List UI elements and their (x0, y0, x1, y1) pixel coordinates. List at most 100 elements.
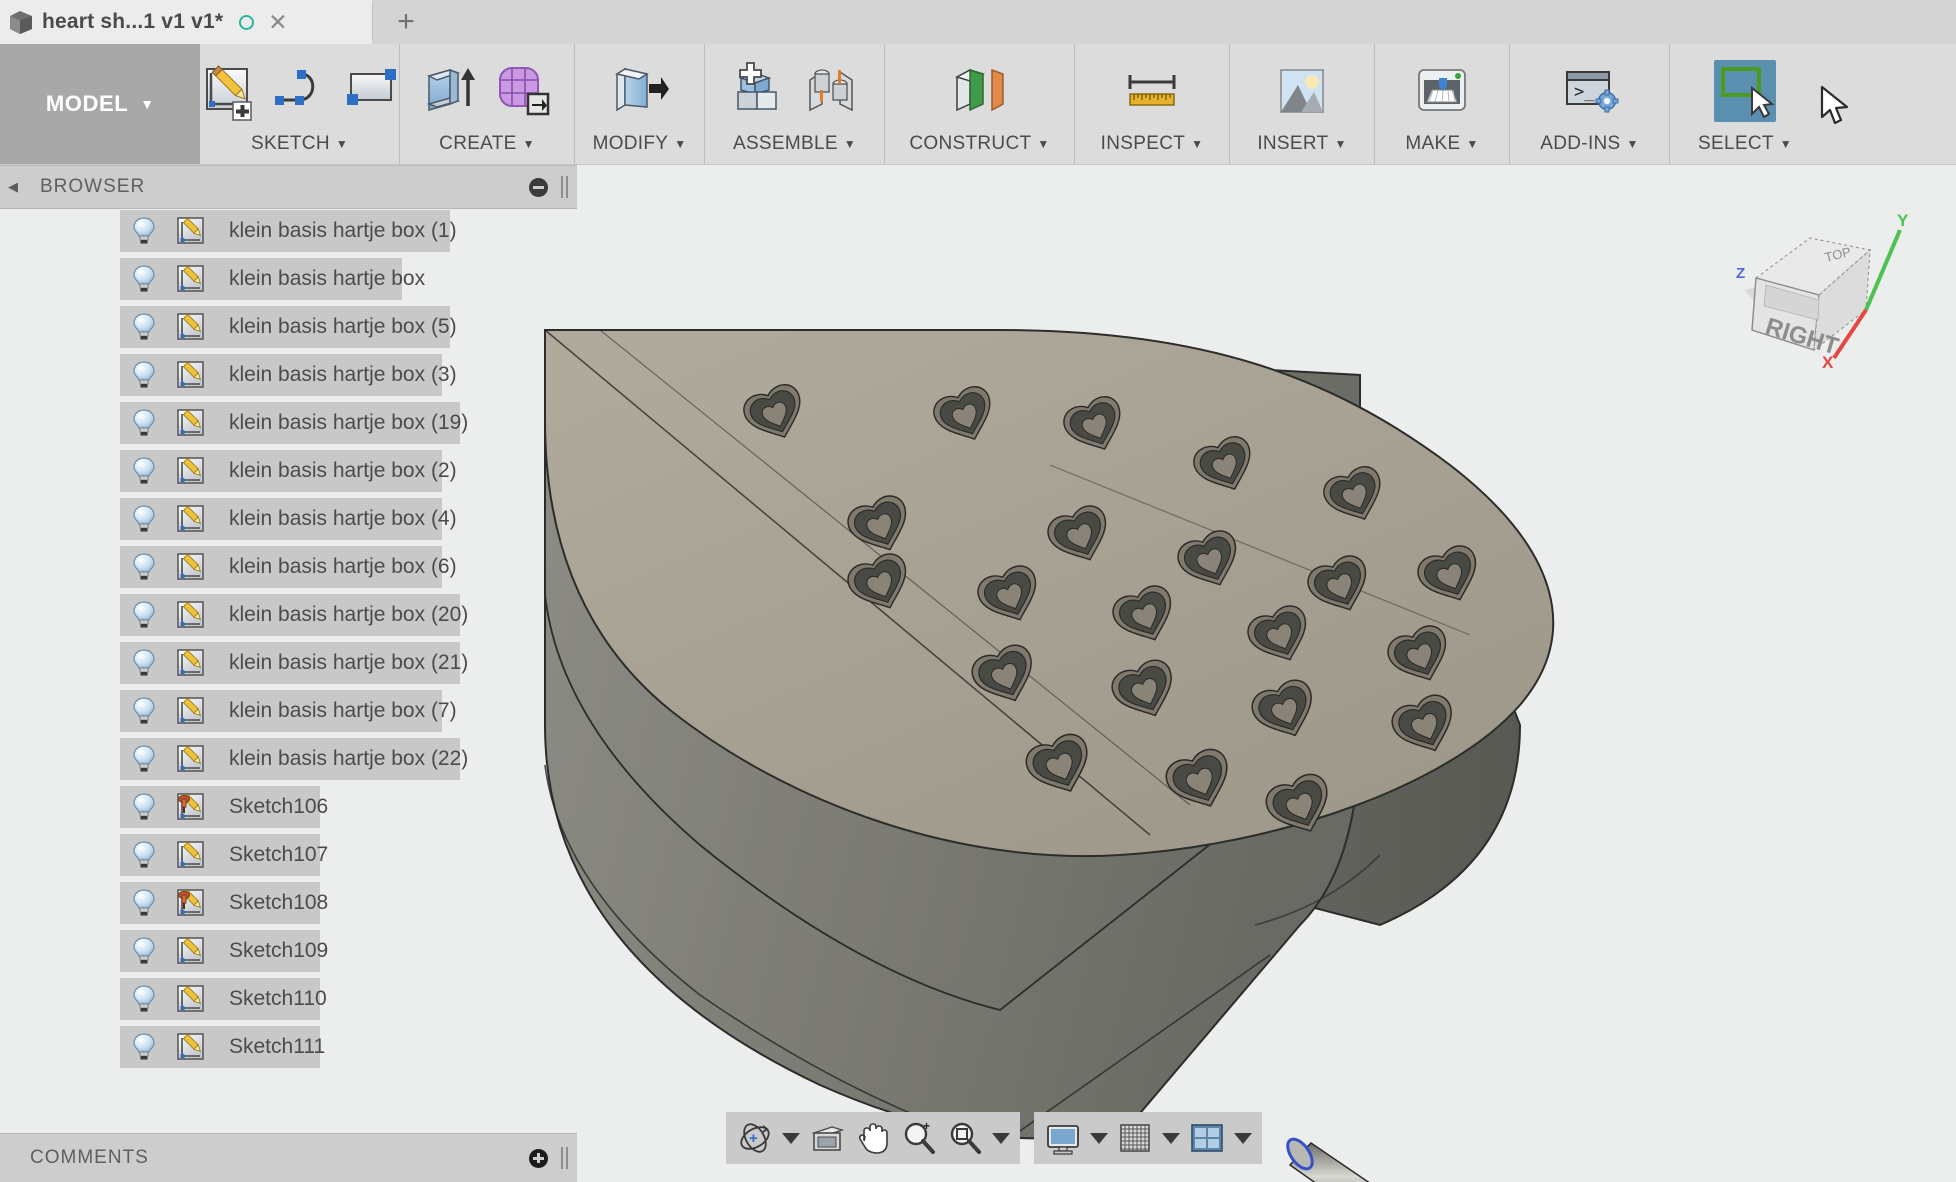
sketch-icon[interactable] (175, 359, 207, 391)
offset-plane-icon[interactable] (949, 60, 1011, 122)
lightbulb-visibility-icon[interactable] (131, 696, 157, 726)
sketch-icon[interactable] (175, 455, 207, 487)
lightbulb-visibility-icon[interactable] (131, 840, 157, 870)
lightbulb-visibility-icon[interactable] (131, 984, 157, 1014)
chevron-down-icon[interactable] (1090, 1132, 1108, 1144)
panel-label-modify[interactable]: MODIFY ▼ (593, 133, 687, 161)
sketch-icon[interactable] (175, 551, 207, 583)
panel-label-insert[interactable]: INSERT ▼ (1257, 133, 1346, 161)
rectangle-icon[interactable] (341, 60, 403, 122)
viewports-icon[interactable] (1188, 1119, 1226, 1157)
spline-icon[interactable] (269, 60, 331, 122)
display-settings-icon[interactable] (1044, 1119, 1082, 1157)
press-pull-icon[interactable] (609, 60, 671, 122)
browser-tree-row[interactable]: Sketch110 (0, 975, 577, 1023)
document-tab[interactable]: heart sh...1 v1 v1* ✕ (0, 0, 372, 44)
lightbulb-visibility-icon[interactable] (131, 552, 157, 582)
browser-tree-row[interactable]: klein basis hartje box (21) (0, 639, 577, 687)
new-component-icon[interactable] (728, 60, 790, 122)
panel-label-construct[interactable]: CONSTRUCT ▼ (909, 133, 1049, 161)
browser-tree-row[interactable]: Sketch109 (0, 927, 577, 975)
3d-print-icon[interactable] (1411, 60, 1473, 122)
insert-image-icon[interactable] (1271, 60, 1333, 122)
panel-label-make[interactable]: MAKE ▼ (1405, 133, 1478, 161)
browser-tree-row[interactable]: Sketch108 (0, 879, 577, 927)
panel-label-addins[interactable]: ADD-INS ▼ (1540, 133, 1638, 161)
3d-viewport[interactable]: TOP RIGHT Y X Z ◀ BROWSER klein basis ha… (0, 165, 1956, 1182)
measure-icon[interactable] (1121, 60, 1183, 122)
new-tab-plus-icon[interactable]: + (374, 0, 438, 44)
sketch-icon[interactable] (175, 839, 207, 871)
lightbulb-visibility-icon[interactable] (131, 792, 157, 822)
browser-tree-row[interactable]: klein basis hartje box (2) (0, 447, 577, 495)
panel-label-create[interactable]: CREATE ▼ (439, 133, 535, 161)
sketch-icon[interactable] (175, 743, 207, 775)
extrude-icon[interactable] (420, 60, 482, 122)
sketch-icon[interactable] (175, 1031, 207, 1063)
browser-tree-row[interactable]: klein basis hartje box (4) (0, 495, 577, 543)
lightbulb-visibility-icon[interactable] (131, 360, 157, 390)
browser-tree-row[interactable]: klein basis hartje box (20) (0, 591, 577, 639)
sketch-icon[interactable] (175, 263, 207, 295)
browser-tree-row[interactable]: klein basis hartje box (3) (0, 351, 577, 399)
sketch-icon[interactable] (175, 935, 207, 967)
resize-grip-icon[interactable] (560, 176, 569, 198)
panel-label-sketch[interactable]: SKETCH ▼ (251, 133, 348, 161)
pan-hand-icon[interactable] (854, 1119, 892, 1157)
workspace-switcher-button[interactable]: MODEL ▼ (0, 44, 200, 164)
create-form-icon[interactable] (492, 60, 554, 122)
browser-tree-row[interactable]: klein basis hartje box (0, 255, 577, 303)
comments-panel[interactable]: COMMENTS (0, 1133, 577, 1182)
minus-badge-icon[interactable] (529, 177, 548, 197)
sketch-icon[interactable] (175, 599, 207, 631)
browser-tree-row[interactable]: klein basis hartje box (5) (0, 303, 577, 351)
lightbulb-visibility-icon[interactable] (131, 504, 157, 534)
sketch-icon[interactable] (175, 407, 207, 439)
chevron-down-icon[interactable] (782, 1132, 800, 1144)
look-at-icon[interactable] (808, 1119, 846, 1157)
chevron-down-icon[interactable] (1234, 1132, 1252, 1144)
lightbulb-visibility-icon[interactable] (131, 1032, 157, 1062)
left-arrow-icon[interactable]: ◀ (8, 179, 18, 195)
joint-icon[interactable] (800, 60, 862, 122)
lightbulb-visibility-icon[interactable] (131, 312, 157, 342)
browser-tree-row[interactable]: klein basis hartje box (7) (0, 687, 577, 735)
resize-grip-icon[interactable] (560, 1147, 569, 1169)
sketch-pinned-icon[interactable] (175, 887, 207, 919)
close-icon[interactable]: ✕ (268, 10, 287, 34)
grid-snaps-icon[interactable] (1116, 1119, 1154, 1157)
browser-tree-row[interactable]: Sketch111 (0, 1023, 577, 1071)
lightbulb-visibility-icon[interactable] (131, 408, 157, 438)
sketch-icon[interactable] (175, 311, 207, 343)
sketch-pinned-icon[interactable] (175, 791, 207, 823)
zoom-icon[interactable]: + (900, 1119, 938, 1157)
lightbulb-visibility-icon[interactable] (131, 216, 157, 246)
lightbulb-visibility-icon[interactable] (131, 264, 157, 294)
browser-tree-row[interactable]: klein basis hartje box (1) (0, 207, 577, 255)
lightbulb-visibility-icon[interactable] (131, 456, 157, 486)
browser-tree-row[interactable]: klein basis hartje box (22) (0, 735, 577, 783)
select-window-icon[interactable] (1714, 59, 1776, 122)
sketch-icon[interactable] (175, 695, 207, 727)
fit-icon[interactable] (946, 1119, 984, 1157)
lightbulb-visibility-icon[interactable] (131, 600, 157, 630)
chevron-down-icon[interactable] (1162, 1132, 1180, 1144)
scripts-addins-icon[interactable]: >_ (1559, 60, 1621, 122)
sketch-icon[interactable] (175, 647, 207, 679)
panel-label-assemble[interactable]: ASSEMBLE ▼ (733, 133, 856, 161)
sketch-icon[interactable] (175, 983, 207, 1015)
panel-label-select[interactable]: SELECT ▼ (1698, 133, 1792, 161)
create-sketch-icon[interactable] (197, 60, 259, 122)
browser-tree-row[interactable]: Sketch107 (0, 831, 577, 879)
panel-label-inspect[interactable]: INSPECT ▼ (1101, 133, 1204, 161)
plus-badge-icon[interactable] (529, 1148, 548, 1168)
sketch-icon[interactable] (175, 503, 207, 535)
chevron-down-icon[interactable] (992, 1132, 1010, 1144)
browser-tree-row[interactable]: klein basis hartje box (19) (0, 399, 577, 447)
browser-tree-row[interactable]: klein basis hartje box (6) (0, 543, 577, 591)
sketch-icon[interactable] (175, 215, 207, 247)
lightbulb-visibility-icon[interactable] (131, 888, 157, 918)
lightbulb-visibility-icon[interactable] (131, 744, 157, 774)
browser-header[interactable]: ◀ BROWSER (0, 165, 577, 209)
lightbulb-visibility-icon[interactable] (131, 648, 157, 678)
